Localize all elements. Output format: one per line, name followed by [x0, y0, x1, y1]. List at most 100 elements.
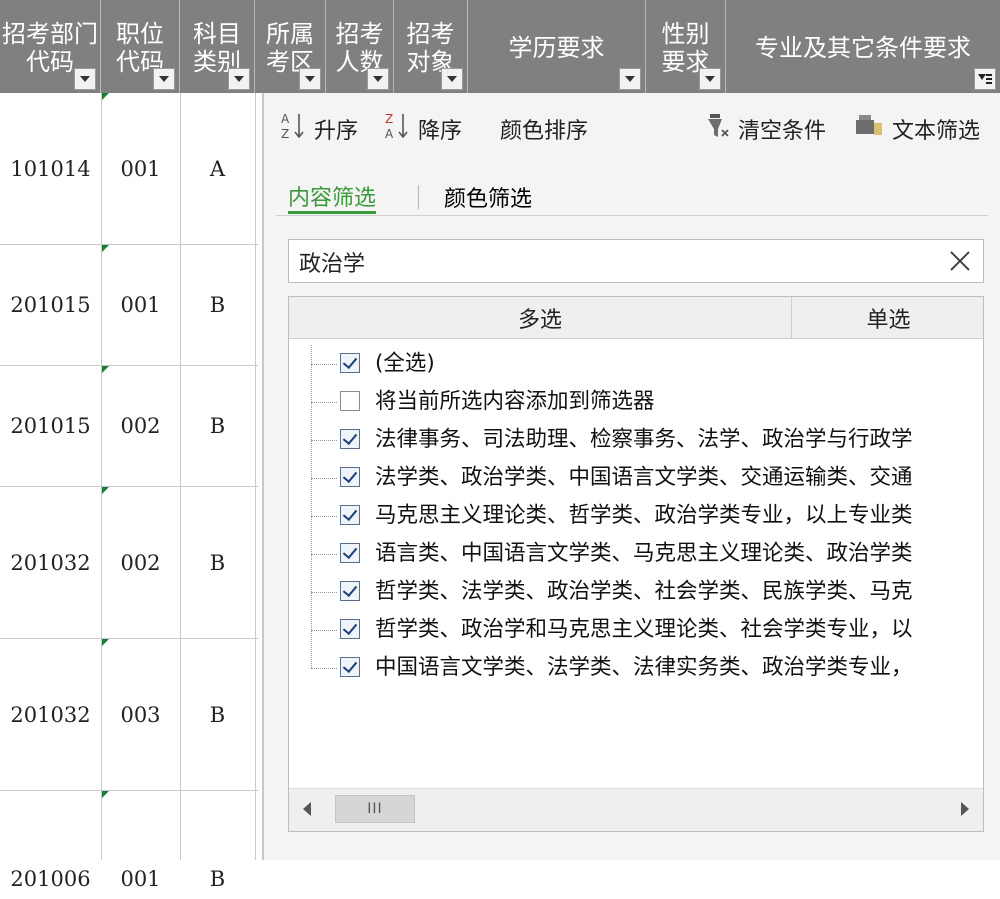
table-row[interactable]: 201032 002 B — [0, 487, 258, 639]
tab-color-filter[interactable]: 颜色筛选 — [444, 181, 532, 213]
checkbox-checked[interactable] — [340, 543, 360, 563]
cell-subject[interactable]: B — [180, 639, 255, 790]
header-label: 招考 — [406, 20, 455, 48]
cell-dept-code[interactable]: 201032 — [0, 639, 101, 790]
scroll-thumb[interactable]: III — [335, 795, 415, 823]
list-item[interactable]: (全选) — [289, 345, 983, 383]
cell-position-code[interactable]: 001 — [101, 93, 180, 244]
cell-dept-code[interactable]: 201015 — [0, 366, 101, 486]
filter-search-box — [288, 239, 984, 283]
tree-branch — [311, 592, 337, 593]
comment-marker-icon — [102, 791, 109, 798]
checkbox-checked[interactable] — [340, 429, 360, 449]
filter-dropdown-icon[interactable] — [441, 68, 463, 90]
header-education[interactable]: 学历要求 — [468, 0, 646, 93]
table-row[interactable]: 101014 001 A — [0, 93, 258, 245]
search-input[interactable] — [297, 244, 921, 280]
sort-ascending-icon: AZ — [280, 111, 306, 147]
scroll-right-icon[interactable] — [961, 802, 969, 816]
checkbox-checked[interactable] — [340, 581, 360, 601]
sort-toolbar: AZ 升序 ZA 降序 颜色排序 清空条件 文本筛选 — [264, 111, 1000, 147]
comment-marker-icon — [102, 639, 109, 646]
sort-ascending-button[interactable]: AZ 升序 — [280, 111, 358, 147]
sort-by-color-button[interactable]: 颜色排序 — [500, 111, 588, 147]
sort-by-color-label: 颜色排序 — [500, 119, 589, 144]
list-item-label: 哲学类、政治学和马克思主义理论类、社会学类专业，以 — [375, 617, 913, 642]
filter-active-icon[interactable] — [974, 68, 996, 90]
cell-position-code[interactable]: 001 — [101, 245, 180, 365]
filter-items: (全选) 将当前所选内容添加到筛选器 法律事务、司法助理、检察事务、法学、政治学… — [289, 345, 983, 745]
header-headcount[interactable]: 招考 人数 — [326, 0, 394, 93]
cell-dept-code[interactable]: 201015 — [0, 245, 101, 365]
sort-descending-label: 降序 — [418, 119, 463, 144]
cell-position-code[interactable]: 003 — [101, 639, 180, 790]
comment-marker-icon — [102, 487, 109, 494]
filter-dropdown-icon[interactable] — [74, 68, 96, 90]
checkbox-checked[interactable] — [340, 353, 360, 373]
multi-select-mode[interactable]: 多选 — [289, 297, 791, 338]
cell-dept-code[interactable]: 201032 — [0, 487, 101, 638]
comment-marker-icon — [102, 245, 109, 252]
comment-marker-icon — [102, 93, 109, 100]
list-item[interactable]: 马克思主义理论类、哲学类、政治学类专业，以上专业类 — [289, 497, 983, 535]
cell-dept-code[interactable]: 201006 — [0, 859, 101, 899]
header-target-group[interactable]: 招考 对象 — [394, 0, 468, 93]
checkbox-unchecked[interactable] — [340, 391, 360, 411]
header-label: 科目 — [193, 20, 241, 48]
cell-dept-code[interactable]: 101014 — [0, 93, 101, 244]
list-item[interactable]: 哲学类、政治学和马克思主义理论类、社会学类专业，以 — [289, 611, 983, 649]
text-filter-button[interactable]: 文本筛选 — [854, 111, 980, 147]
horizontal-scrollbar[interactable]: III — [289, 788, 983, 831]
cell-subject[interactable]: A — [180, 93, 255, 244]
table-row[interactable]: 201015 002 B — [0, 366, 258, 487]
filter-dropdown-icon[interactable] — [699, 68, 721, 90]
list-item-label: (全选) — [375, 351, 435, 376]
checkbox-checked[interactable] — [340, 619, 360, 639]
scroll-thumb-grip: III — [367, 801, 383, 817]
list-item[interactable]: 中国语言文学类、法学类、法律实务类、政治学类专业， — [289, 649, 983, 687]
list-item[interactable]: 将当前所选内容添加到筛选器 — [289, 383, 983, 421]
cell-position-code[interactable]: 001 — [101, 859, 180, 899]
header-exam-area[interactable]: 所属 考区 — [255, 0, 326, 93]
checkbox-checked[interactable] — [340, 505, 360, 525]
cell-subject[interactable]: B — [180, 487, 255, 638]
checkbox-checked[interactable] — [340, 657, 360, 677]
tree-branch — [311, 364, 337, 365]
filter-dropdown-icon[interactable] — [228, 68, 250, 90]
header-position-code[interactable]: 职位 代码 — [101, 0, 180, 93]
list-item[interactable]: 哲学类、法学类、政治学类、社会学类、民族学类、马克 — [289, 573, 983, 611]
header-gender[interactable]: 性别 要求 — [646, 0, 726, 93]
table-row[interactable]: 201006 001 B — [0, 791, 258, 891]
clear-conditions-button[interactable]: 清空条件 — [704, 111, 826, 147]
sort-descending-button[interactable]: ZA 降序 — [384, 111, 462, 147]
tree-branch — [311, 440, 337, 441]
clear-search-icon[interactable] — [947, 248, 973, 274]
cell-position-code[interactable]: 002 — [101, 366, 180, 486]
list-item[interactable]: 法学类、政治学类、中国语言文学类、交通运输类、交通 — [289, 459, 983, 497]
header-label: 招考部门 — [2, 20, 98, 48]
tab-content-filter[interactable]: 内容筛选 — [288, 181, 377, 214]
header-major-requirements[interactable]: 专业及其它条件要求 — [726, 0, 1000, 93]
list-item[interactable]: 语言类、中国语言文学类、马克思主义理论类、政治学类 — [289, 535, 983, 573]
filter-dropdown-icon[interactable] — [619, 68, 641, 90]
filter-dropdown-icon[interactable] — [299, 68, 321, 90]
grid-line — [180, 93, 181, 860]
table-row[interactable]: 201032 003 B — [0, 639, 258, 791]
header-subject-category[interactable]: 科目 类别 — [180, 0, 255, 93]
table-row[interactable]: 201015 001 B — [0, 245, 258, 366]
single-select-mode[interactable]: 单选 — [792, 297, 983, 338]
filter-tabs: 内容筛选 颜色筛选 — [276, 181, 988, 216]
header-label: 招考 — [335, 20, 384, 48]
scroll-left-icon[interactable] — [303, 802, 311, 816]
list-item[interactable]: 法律事务、司法助理、检察事务、法学、政治学与行政学 — [289, 421, 983, 459]
cell-subject[interactable]: B — [180, 366, 255, 486]
cell-position-code[interactable]: 002 — [101, 487, 180, 638]
filter-dropdown-icon[interactable] — [367, 68, 389, 90]
checkbox-checked[interactable] — [340, 467, 360, 487]
list-item-label: 语言类、中国语言文学类、马克思主义理论类、政治学类 — [375, 541, 913, 566]
cell-subject[interactable]: B — [180, 859, 255, 899]
filter-dropdown-icon[interactable] — [153, 68, 175, 90]
cell-subject[interactable]: B — [180, 245, 255, 365]
header-dept-code[interactable]: 招考部门 代码 — [0, 0, 101, 93]
filter-value-list: 多选 单选 (全选) 将当前所选内容添加到筛选器 法律事务、司法助理、检察事务、… — [288, 296, 984, 832]
